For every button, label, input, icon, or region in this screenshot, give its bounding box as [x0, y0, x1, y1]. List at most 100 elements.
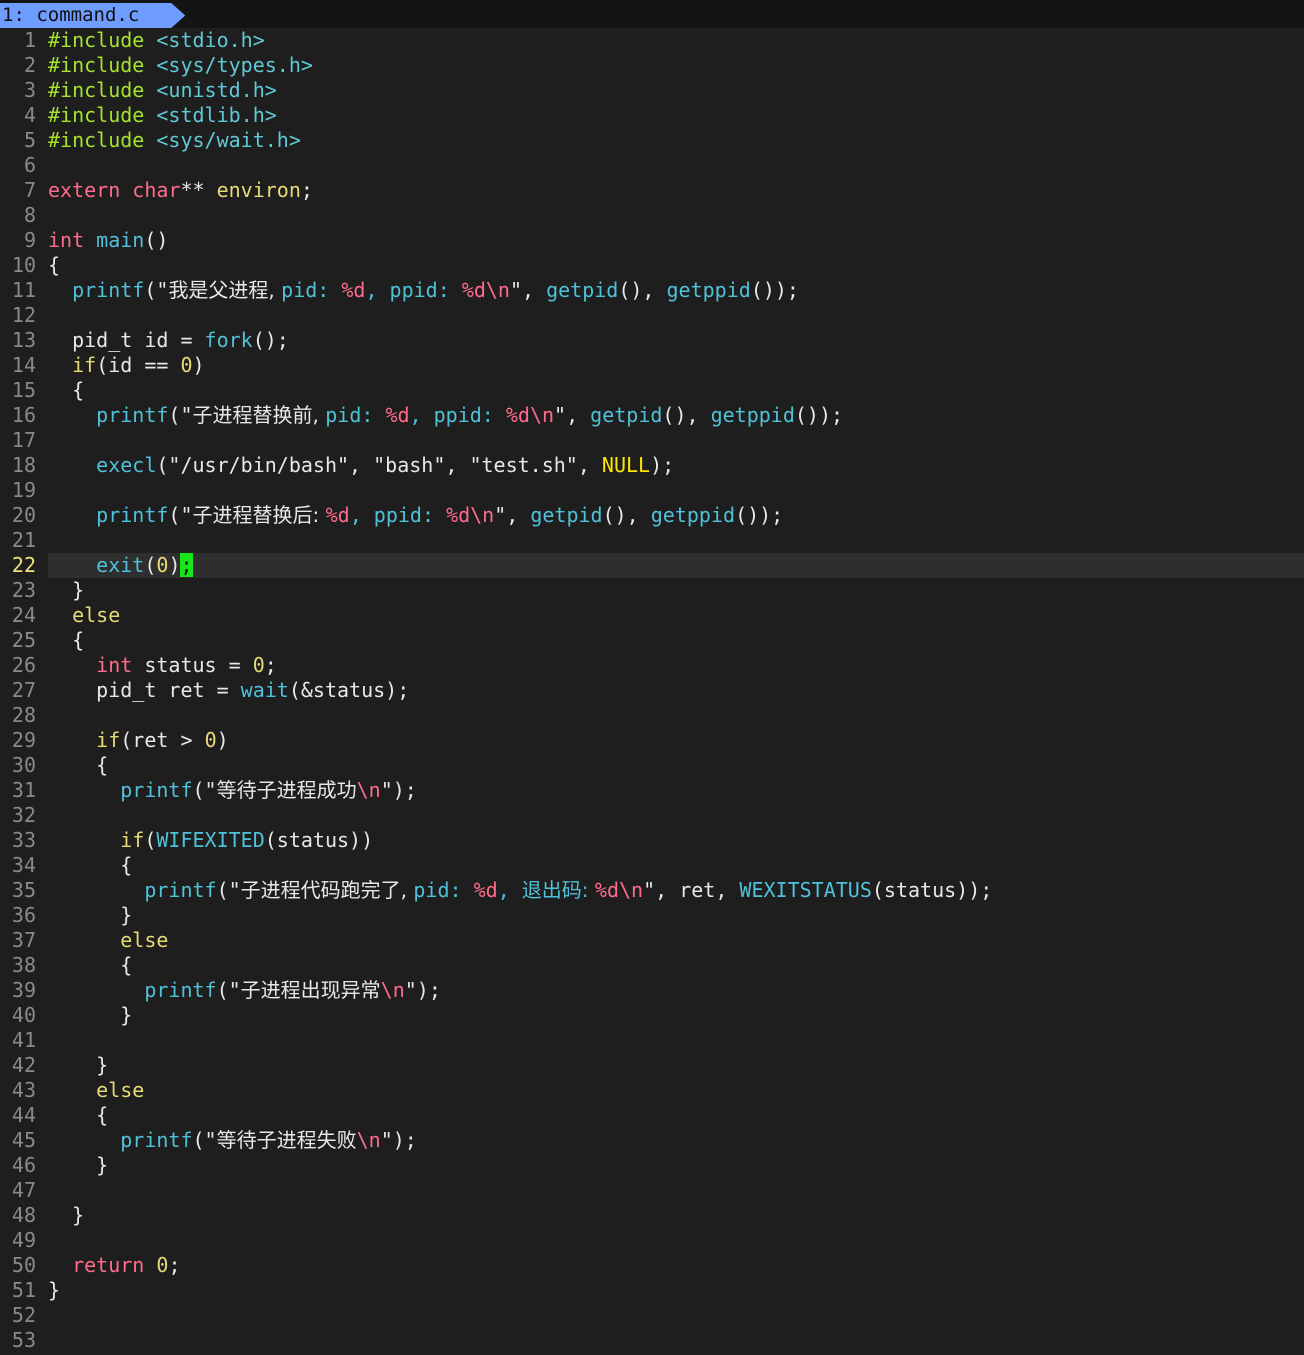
- code-line[interactable]: 6: [0, 153, 1304, 178]
- code-line[interactable]: 37 else: [0, 928, 1304, 953]
- code-text[interactable]: printf("等待子进程失败\n");: [48, 1128, 1304, 1153]
- code-text[interactable]: [48, 803, 1304, 828]
- code-line[interactable]: 38 {: [0, 953, 1304, 978]
- code-text[interactable]: int status = 0;: [48, 653, 1304, 678]
- code-line[interactable]: 12: [0, 303, 1304, 328]
- code-text[interactable]: [48, 478, 1304, 503]
- code-line[interactable]: 29 if(ret > 0): [0, 728, 1304, 753]
- code-line[interactable]: 44 {: [0, 1103, 1304, 1128]
- code-line[interactable]: 10 {: [0, 253, 1304, 278]
- code-line[interactable]: 23 }: [0, 578, 1304, 603]
- code-text[interactable]: {: [48, 1103, 1304, 1128]
- code-line[interactable]: 16 printf("子进程替换前, pid: %d, ppid: %d\n",…: [0, 403, 1304, 428]
- code-line[interactable]: 22 exit(0);: [0, 553, 1304, 578]
- code-text[interactable]: return 0;: [48, 1253, 1304, 1278]
- code-line[interactable]: 18 execl("/usr/bin/bash", "bash", "test.…: [0, 453, 1304, 478]
- code-text[interactable]: pid_t ret = wait(&status);: [48, 678, 1304, 703]
- code-text[interactable]: #include <stdio.h>: [48, 28, 1304, 53]
- code-text[interactable]: {: [48, 628, 1304, 653]
- code-line[interactable]: 8: [0, 203, 1304, 228]
- code-text[interactable]: else: [48, 928, 1304, 953]
- code-line[interactable]: 42 }: [0, 1053, 1304, 1078]
- code-text[interactable]: {: [48, 253, 1304, 278]
- code-text[interactable]: extern char** environ;: [48, 178, 1304, 203]
- code-text[interactable]: {: [48, 953, 1304, 978]
- code-line[interactable]: 51}: [0, 1278, 1304, 1303]
- code-line[interactable]: 26 int status = 0;: [0, 653, 1304, 678]
- code-line[interactable]: 2 #include <sys/types.h>: [0, 53, 1304, 78]
- code-line[interactable]: 25 {: [0, 628, 1304, 653]
- buffer-tab[interactable]: 1: command.c: [0, 3, 185, 28]
- code-text[interactable]: else: [48, 1078, 1304, 1103]
- code-text[interactable]: printf("等待子进程成功\n");: [48, 778, 1304, 803]
- code-text[interactable]: [48, 303, 1304, 328]
- code-text[interactable]: execl("/usr/bin/bash", "bash", "test.sh"…: [48, 453, 1304, 478]
- code-line[interactable]: 21: [0, 528, 1304, 553]
- code-text[interactable]: #include <sys/wait.h>: [48, 128, 1304, 153]
- code-line[interactable]: 52: [0, 1303, 1304, 1328]
- code-text[interactable]: if(WIFEXITED(status)): [48, 828, 1304, 853]
- code-text[interactable]: [48, 1228, 1304, 1253]
- code-text[interactable]: [48, 153, 1304, 178]
- code-text[interactable]: }: [48, 903, 1304, 928]
- code-text[interactable]: #include <sys/types.h>: [48, 53, 1304, 78]
- code-text[interactable]: [48, 1178, 1304, 1203]
- code-text[interactable]: [48, 203, 1304, 228]
- code-text[interactable]: printf("子进程替换前, pid: %d, ppid: %d\n", ge…: [48, 403, 1304, 428]
- code-text[interactable]: {: [48, 853, 1304, 878]
- code-line[interactable]: 36 }: [0, 903, 1304, 928]
- code-line[interactable]: 33 if(WIFEXITED(status)): [0, 828, 1304, 853]
- code-line[interactable]: 11 printf("我是父进程, pid: %d, ppid: %d\n", …: [0, 278, 1304, 303]
- code-line[interactable]: 3 #include <unistd.h>: [0, 78, 1304, 103]
- code-text[interactable]: printf("子进程出现异常\n");: [48, 978, 1304, 1003]
- code-line[interactable]: 15 {: [0, 378, 1304, 403]
- code-line[interactable]: 40 }: [0, 1003, 1304, 1028]
- code-text[interactable]: [48, 1303, 1304, 1328]
- code-line[interactable]: 31 printf("等待子进程成功\n");: [0, 778, 1304, 803]
- code-text[interactable]: [48, 528, 1304, 553]
- code-line[interactable]: 9 int main(): [0, 228, 1304, 253]
- code-line[interactable]: 34 {: [0, 853, 1304, 878]
- code-text[interactable]: [48, 703, 1304, 728]
- code-line[interactable]: 32: [0, 803, 1304, 828]
- code-text[interactable]: {: [48, 753, 1304, 778]
- code-text[interactable]: #include <unistd.h>: [48, 78, 1304, 103]
- code-text[interactable]: int main(): [48, 228, 1304, 253]
- code-text[interactable]: {: [48, 378, 1304, 403]
- code-line[interactable]: 27 pid_t ret = wait(&status);: [0, 678, 1304, 703]
- code-text[interactable]: #include <stdlib.h>: [48, 103, 1304, 128]
- editor-pane[interactable]: 1 #include <stdio.h> 2 #include <sys/types.…: [0, 28, 1304, 1353]
- code-text[interactable]: }: [48, 1153, 1304, 1178]
- code-line[interactable]: 47: [0, 1178, 1304, 1203]
- code-line[interactable]: 50 return 0;: [0, 1253, 1304, 1278]
- code-line[interactable]: 53: [0, 1328, 1304, 1353]
- code-text[interactable]: printf("子进程代码跑完了, pid: %d, 退出码: %d\n", r…: [48, 878, 1304, 903]
- code-line[interactable]: 20 printf("子进程替换后: %d, ppid: %d\n", getp…: [0, 503, 1304, 528]
- code-line[interactable]: 43 else: [0, 1078, 1304, 1103]
- code-text[interactable]: if(id == 0): [48, 353, 1304, 378]
- code-text[interactable]: [48, 428, 1304, 453]
- code-text[interactable]: [48, 1028, 1304, 1053]
- code-line[interactable]: 45 printf("等待子进程失败\n");: [0, 1128, 1304, 1153]
- code-line[interactable]: 30 {: [0, 753, 1304, 778]
- code-text[interactable]: printf("我是父进程, pid: %d, ppid: %d\n", get…: [48, 278, 1304, 303]
- code-line[interactable]: 14 if(id == 0): [0, 353, 1304, 378]
- code-text[interactable]: if(ret > 0): [48, 728, 1304, 753]
- code-line[interactable]: 46 }: [0, 1153, 1304, 1178]
- code-line[interactable]: 1 #include <stdio.h>: [0, 28, 1304, 53]
- code-text[interactable]: }: [48, 1003, 1304, 1028]
- code-line[interactable]: 13 pid_t id = fork();: [0, 328, 1304, 353]
- code-text[interactable]: pid_t id = fork();: [48, 328, 1304, 353]
- code-line[interactable]: 35 printf("子进程代码跑完了, pid: %d, 退出码: %d\n"…: [0, 878, 1304, 903]
- code-text[interactable]: [48, 1328, 1304, 1353]
- code-line[interactable]: 4 #include <stdlib.h>: [0, 103, 1304, 128]
- code-line[interactable]: 41: [0, 1028, 1304, 1053]
- code-text[interactable]: }: [48, 1278, 1304, 1303]
- code-line[interactable]: 19: [0, 478, 1304, 503]
- code-line[interactable]: 39 printf("子进程出现异常\n");: [0, 978, 1304, 1003]
- code-line[interactable]: 7 extern char** environ;: [0, 178, 1304, 203]
- code-line[interactable]: 49: [0, 1228, 1304, 1253]
- code-line[interactable]: 5 #include <sys/wait.h>: [0, 128, 1304, 153]
- code-line[interactable]: 17: [0, 428, 1304, 453]
- code-line[interactable]: 24 else: [0, 603, 1304, 628]
